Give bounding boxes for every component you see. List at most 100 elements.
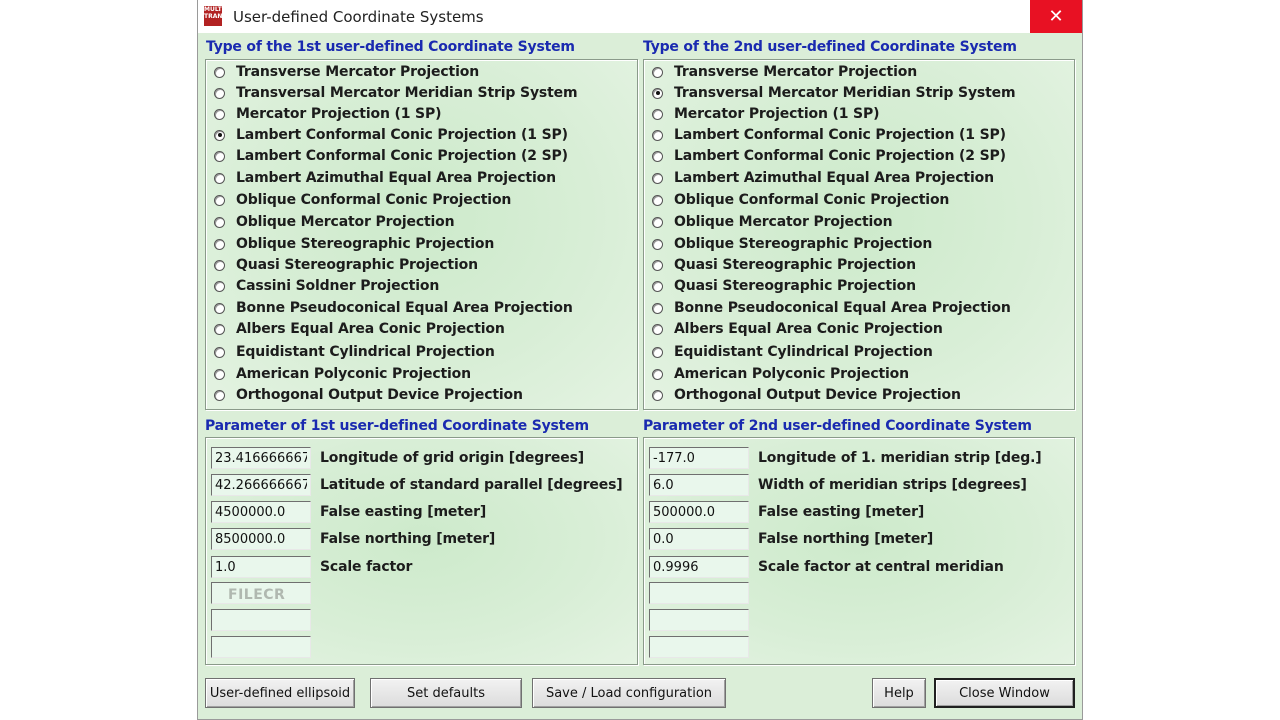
section1-option-8[interactable]: Oblique Stereographic Projection xyxy=(214,234,494,254)
radio-button[interactable] xyxy=(652,217,663,228)
radio-label: Lambert Conformal Conic Projection (1 SP… xyxy=(674,127,1006,143)
params1-field-1[interactable] xyxy=(211,474,311,496)
params2-label-3: False northing [meter] xyxy=(758,531,933,547)
params2-field-7[interactable] xyxy=(649,636,749,658)
params1-field-7[interactable] xyxy=(211,636,311,658)
section2-option-1[interactable]: Transversal Mercator Meridian Strip Syst… xyxy=(652,83,1015,103)
section1-option-3[interactable]: Lambert Conformal Conic Projection (1 SP… xyxy=(214,125,568,145)
radio-button[interactable] xyxy=(214,260,225,271)
section2-option-11[interactable]: Bonne Pseudoconical Equal Area Projectio… xyxy=(652,298,1011,318)
params2-label-0: Longitude of 1. meridian strip [deg.] xyxy=(758,450,1042,466)
section1-option-13[interactable]: Equidistant Cylindrical Projection xyxy=(214,342,495,362)
section2-option-3[interactable]: Lambert Conformal Conic Projection (1 SP… xyxy=(652,125,1006,145)
radio-button[interactable] xyxy=(214,67,225,78)
section1-option-1[interactable]: Transversal Mercator Meridian Strip Syst… xyxy=(214,83,577,103)
user-defined-ellipsoid-button[interactable]: User-defined ellipsoid xyxy=(205,678,355,708)
radio-button[interactable] xyxy=(652,369,663,380)
params2-field-0[interactable] xyxy=(649,447,749,469)
params2-field-5[interactable] xyxy=(649,582,749,604)
section1-option-9[interactable]: Quasi Stereographic Projection xyxy=(214,255,478,275)
radio-button[interactable] xyxy=(214,195,225,206)
radio-button[interactable] xyxy=(652,260,663,271)
params1-field-4[interactable] xyxy=(211,556,311,578)
section1-radio-group: Transverse Mercator ProjectionTransversa… xyxy=(205,59,638,410)
params1-label-2: False easting [meter] xyxy=(320,504,486,520)
section2-option-0[interactable]: Transverse Mercator Projection xyxy=(652,62,917,82)
section2-option-7[interactable]: Oblique Mercator Projection xyxy=(652,212,892,232)
radio-button[interactable] xyxy=(214,347,225,358)
close-icon[interactable]: ✕ xyxy=(1030,0,1082,33)
params2-field-2[interactable] xyxy=(649,501,749,523)
section1-option-0[interactable]: Transverse Mercator Projection xyxy=(214,62,479,82)
radio-button[interactable] xyxy=(214,130,225,141)
radio-button[interactable] xyxy=(652,67,663,78)
section2-option-13[interactable]: Equidistant Cylindrical Projection xyxy=(652,342,933,362)
section2-option-5[interactable]: Lambert Azimuthal Equal Area Projection xyxy=(652,168,994,188)
radio-button[interactable] xyxy=(652,239,663,250)
section2-option-6[interactable]: Oblique Conformal Conic Projection xyxy=(652,190,949,210)
radio-button[interactable] xyxy=(652,195,663,206)
radio-button[interactable] xyxy=(214,217,225,228)
radio-button[interactable] xyxy=(214,151,225,162)
section1-option-2[interactable]: Mercator Projection (1 SP) xyxy=(214,104,441,124)
radio-button[interactable] xyxy=(214,369,225,380)
params1-field-3[interactable] xyxy=(211,528,311,550)
params2-field-6[interactable] xyxy=(649,609,749,631)
dialog-window: MULTI TRANS User-defined Coordinate Syst… xyxy=(197,0,1083,720)
radio-button[interactable] xyxy=(652,324,663,335)
section1-option-14[interactable]: American Polyconic Projection xyxy=(214,364,471,384)
radio-button[interactable] xyxy=(214,173,225,184)
radio-button[interactable] xyxy=(652,173,663,184)
save-load-configuration-button[interactable]: Save / Load configuration xyxy=(532,678,726,708)
title-bar[interactable]: MULTI TRANS User-defined Coordinate Syst… xyxy=(198,0,1082,33)
section2-option-10[interactable]: Quasi Stereographic Projection xyxy=(652,276,916,296)
radio-label: Oblique Stereographic Projection xyxy=(674,236,932,252)
help-button[interactable]: Help xyxy=(872,678,926,708)
radio-label: Quasi Stereographic Projection xyxy=(674,278,916,294)
radio-button[interactable] xyxy=(652,303,663,314)
section2-option-15[interactable]: Orthogonal Output Device Projection xyxy=(652,385,961,405)
section1-option-12[interactable]: Albers Equal Area Conic Projection xyxy=(214,319,505,339)
params2-field-3[interactable] xyxy=(649,528,749,550)
radio-button[interactable] xyxy=(214,239,225,250)
params1-label-1: Latitude of standard parallel [degrees] xyxy=(320,477,623,493)
params1-field-6[interactable] xyxy=(211,609,311,631)
section2-option-2[interactable]: Mercator Projection (1 SP) xyxy=(652,104,879,124)
radio-button[interactable] xyxy=(652,390,663,401)
params1-title: Parameter of 1st user-defined Coordinate… xyxy=(205,418,589,434)
radio-button[interactable] xyxy=(214,88,225,99)
section1-option-11[interactable]: Bonne Pseudoconical Equal Area Projectio… xyxy=(214,298,573,318)
section2-option-14[interactable]: American Polyconic Projection xyxy=(652,364,909,384)
section1-option-10[interactable]: Cassini Soldner Projection xyxy=(214,276,439,296)
radio-button[interactable] xyxy=(652,130,663,141)
section2-option-12[interactable]: Albers Equal Area Conic Projection xyxy=(652,319,943,339)
section1-option-5[interactable]: Lambert Azimuthal Equal Area Projection xyxy=(214,168,556,188)
radio-button[interactable] xyxy=(652,281,663,292)
radio-button[interactable] xyxy=(214,281,225,292)
radio-button[interactable] xyxy=(214,109,225,120)
radio-button[interactable] xyxy=(652,151,663,162)
params2-field-4[interactable] xyxy=(649,556,749,578)
set-defaults-button[interactable]: Set defaults xyxy=(370,678,522,708)
radio-button[interactable] xyxy=(214,303,225,314)
params2-field-1[interactable] xyxy=(649,474,749,496)
close-window-button[interactable]: Close Window xyxy=(934,678,1075,708)
radio-button[interactable] xyxy=(652,109,663,120)
radio-button[interactable] xyxy=(652,347,663,358)
radio-label: Cassini Soldner Projection xyxy=(236,278,439,294)
app-logo-icon: MULTI TRANS xyxy=(204,6,222,26)
section1-option-6[interactable]: Oblique Conformal Conic Projection xyxy=(214,190,511,210)
radio-button[interactable] xyxy=(214,390,225,401)
radio-label: Oblique Conformal Conic Projection xyxy=(236,192,511,208)
section1-option-7[interactable]: Oblique Mercator Projection xyxy=(214,212,454,232)
params1-label-0: Longitude of grid origin [degrees] xyxy=(320,450,584,466)
params1-field-2[interactable] xyxy=(211,501,311,523)
section2-option-8[interactable]: Oblique Stereographic Projection xyxy=(652,234,932,254)
radio-button[interactable] xyxy=(652,88,663,99)
radio-button[interactable] xyxy=(214,324,225,335)
section2-option-9[interactable]: Quasi Stereographic Projection xyxy=(652,255,916,275)
section1-option-4[interactable]: Lambert Conformal Conic Projection (2 SP… xyxy=(214,146,568,166)
section2-option-4[interactable]: Lambert Conformal Conic Projection (2 SP… xyxy=(652,146,1006,166)
params1-field-0[interactable] xyxy=(211,447,311,469)
section1-option-15[interactable]: Orthogonal Output Device Projection xyxy=(214,385,523,405)
